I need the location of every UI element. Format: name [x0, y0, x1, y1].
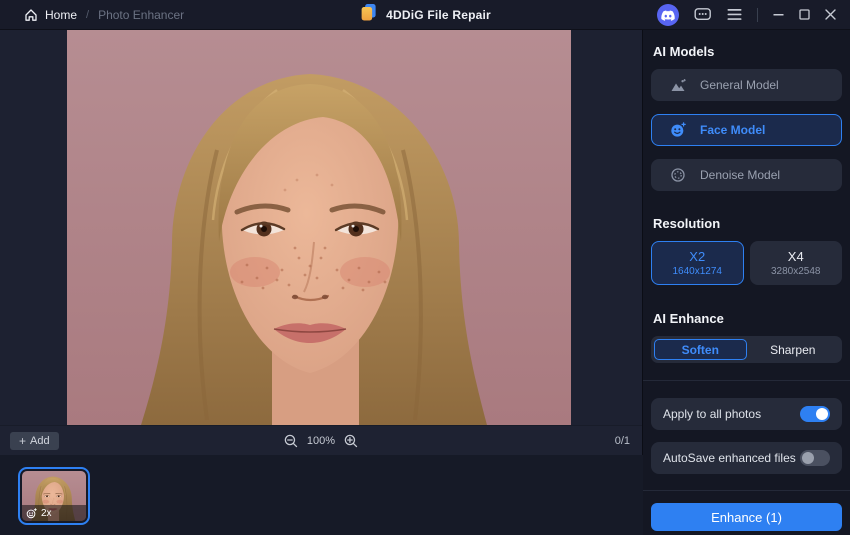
window-controls	[657, 3, 850, 26]
menu-icon[interactable]	[727, 8, 742, 21]
breadcrumb-separator: /	[86, 8, 90, 21]
model-label-denoise: Denoise Model	[700, 168, 781, 182]
resolution-x2-label: X2	[689, 249, 706, 264]
app-title-group: 4DDiG File Repair	[359, 0, 491, 30]
smiley-face-icon	[670, 122, 686, 138]
canvas-toolbar: + Add 100% 0/1	[0, 425, 642, 455]
mountain-icon	[670, 78, 686, 93]
photo-thumbnail[interactable]: 2x	[18, 467, 90, 525]
thumbnail-image: 2x	[22, 471, 86, 521]
window-controls-divider	[757, 7, 758, 22]
add-photo-button[interactable]: + Add	[10, 431, 59, 450]
sidebar-divider	[643, 490, 850, 491]
thumbnail-scale-badge: 2x	[41, 507, 52, 519]
resolution-x4-label: X4	[787, 249, 804, 264]
denoise-dots-icon	[670, 167, 686, 183]
thumbnail-strip: 2x	[0, 455, 643, 535]
title-bar: Home / Photo Enhancer 4DDiG File Repair	[0, 0, 850, 30]
app-logo-icon	[359, 3, 378, 27]
model-label-face: Face Model	[700, 123, 766, 137]
smiley-badge-icon	[26, 507, 37, 519]
toggle-knob	[816, 408, 828, 420]
breadcrumb-home[interactable]: Home	[45, 8, 77, 22]
minimize-icon[interactable]	[773, 9, 784, 20]
model-button-face[interactable]: Face Model	[651, 114, 842, 146]
sidebar-divider	[643, 380, 850, 381]
apply-all-label: Apply to all photos	[663, 407, 762, 421]
add-photo-label: Add	[30, 434, 50, 447]
feedback-chat-icon[interactable]	[694, 7, 712, 23]
sharpen-option[interactable]: Sharpen	[747, 339, 840, 360]
app-title: 4DDiG File Repair	[386, 8, 491, 22]
apply-all-toggle[interactable]	[800, 406, 830, 422]
resolution-x2-size: 1640x1274	[672, 266, 723, 277]
resolution-options: X2 1640x1274 X4 3280x2548	[651, 241, 842, 285]
zoom-in-icon[interactable]	[344, 434, 358, 448]
photo-counter: 0/1	[614, 434, 630, 447]
resolution-x4-button[interactable]: X4 3280x2548	[749, 241, 842, 285]
enhance-button[interactable]: Enhance (1)	[651, 503, 842, 531]
zoom-level: 100%	[306, 434, 336, 447]
apply-all-setting: Apply to all photos	[651, 398, 842, 430]
maximize-icon[interactable]	[799, 9, 810, 20]
preview-image	[67, 30, 571, 425]
app-window: Home / Photo Enhancer 4DDiG File Repair	[0, 0, 850, 535]
breadcrumb: Home / Photo Enhancer	[0, 8, 184, 22]
thumbnail-badge: 2x	[22, 505, 86, 521]
settings-sidebar: AI Models General Model Face Model Denoi…	[643, 30, 850, 535]
zoom-out-icon[interactable]	[284, 434, 298, 448]
photo-canvas: + Add 100% 0/1	[0, 30, 643, 455]
model-button-denoise[interactable]: Denoise Model	[651, 159, 842, 191]
ai-enhance-heading: AI Enhance	[653, 311, 724, 326]
resolution-heading: Resolution	[653, 216, 721, 231]
autosave-toggle[interactable]	[800, 450, 830, 466]
discord-icon[interactable]	[657, 3, 679, 26]
zoom-controls: 100%	[284, 434, 358, 448]
enhance-mode-switch: Soften Sharpen	[651, 336, 842, 363]
plus-icon: +	[19, 433, 27, 448]
autosave-label: AutoSave enhanced files	[663, 451, 796, 465]
ai-models-heading: AI Models	[653, 44, 715, 59]
soften-option[interactable]: Soften	[654, 339, 747, 360]
resolution-x2-button[interactable]: X2 1640x1274	[651, 241, 744, 285]
model-label-general: General Model	[700, 78, 779, 92]
resolution-x4-size: 3280x2548	[771, 266, 821, 277]
model-button-general[interactable]: General Model	[651, 69, 842, 101]
toggle-knob	[802, 452, 814, 464]
autosave-setting: AutoSave enhanced files	[651, 442, 842, 474]
close-icon[interactable]	[825, 9, 836, 20]
home-icon[interactable]	[24, 8, 38, 22]
breadcrumb-current: Photo Enhancer	[98, 7, 185, 22]
